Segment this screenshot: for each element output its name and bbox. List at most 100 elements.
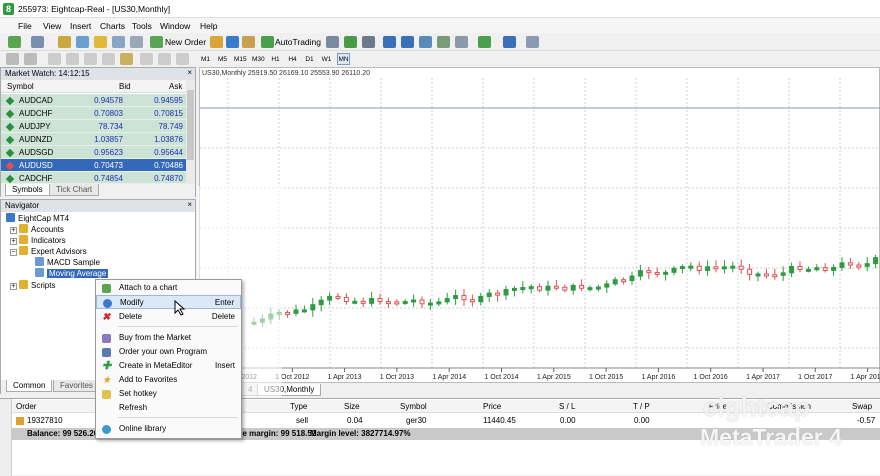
menu-item-modify[interactable]: Modify Enter [96,295,241,309]
autotrading-icon [261,36,274,48]
menu-item-order-program[interactable]: Order your own Program [96,345,241,359]
terminal-icon[interactable] [112,36,125,48]
menu-item-add-favorites[interactable]: ★ Add to Favorites [96,373,241,387]
bar-chart-icon[interactable] [326,36,339,48]
tab-symbols[interactable]: Symbols [5,184,50,196]
nav-expert-advisors[interactable]: − Expert Advisors [10,246,87,257]
indicators-icon[interactable] [478,36,491,48]
periods-icon[interactable] [503,36,516,48]
table-row[interactable]: CADCHF 0.74854 0.74870 [1,172,187,184]
zoom-in-icon[interactable] [383,36,396,48]
table-row-selected[interactable]: AUDUSD 0.70473 0.70486 [1,159,187,172]
timeframe-m30[interactable]: M30 [251,53,265,65]
table-row[interactable]: AUDSGD 0.95623 0.95644 [1,146,187,159]
nav-root[interactable]: EightCap MT4 [6,213,69,224]
menu-insert[interactable]: Insert [70,21,91,31]
col-symbol[interactable]: Symbol [400,402,427,411]
crosshair-icon[interactable] [24,53,37,65]
arrows-icon[interactable] [176,53,189,65]
new-order-button[interactable]: New Order [165,36,206,49]
menu-item-set-hotkey[interactable]: Set hotkey [96,387,241,401]
horizontal-line-icon[interactable] [66,53,79,65]
scrollbar-thumb[interactable] [187,90,194,160]
table-row[interactable]: AUDCHF 0.70803 0.70815 [1,107,187,120]
cursor-icon[interactable] [6,53,19,65]
price-chart[interactable]: 1 Apr 20121 Oct 20121 Apr 20131 Oct 2013… [199,67,880,383]
nav-macd-sample[interactable]: MACD Sample [35,257,100,268]
menu-view[interactable]: View [43,21,61,31]
menu-charts[interactable]: Charts [100,21,125,31]
expand-icon[interactable]: + [10,283,17,290]
table-row[interactable]: AUDJPY 78.734 78.749 [1,120,187,133]
metaeditor-icon[interactable] [242,36,255,48]
channel-icon[interactable] [102,53,115,65]
table-row[interactable]: AUDCAD 0.94578 0.94595 [1,94,187,107]
menu-item-create-metaeditor[interactable]: ✚ Create in MetaEditor Insert [96,359,241,373]
nav-indicators[interactable]: + Indicators [10,235,66,246]
col-tp[interactable]: T / P [633,402,650,411]
col-order[interactable]: Order [16,402,36,411]
menu-window[interactable]: Window [160,21,190,31]
tab-favorites[interactable]: Favorites [53,380,100,392]
timeframe-w1[interactable]: W1 [320,53,333,65]
templates-icon[interactable] [526,36,539,48]
col-size[interactable]: Size [344,402,360,411]
trendline-icon[interactable] [84,53,97,65]
label-icon[interactable] [158,53,171,65]
col-price[interactable]: Price [483,402,501,411]
col-type[interactable]: Type [290,402,307,411]
market-icon[interactable] [226,36,239,48]
market-watch-icon[interactable] [58,36,71,48]
data-window-icon[interactable] [76,36,89,48]
fibonacci-icon[interactable] [120,53,133,65]
menu-item-refresh[interactable]: Refresh [96,401,241,415]
menu-tools[interactable]: Tools [132,21,152,31]
scrollbar[interactable] [186,80,195,184]
candlestick-icon[interactable] [344,36,357,48]
timeframe-m1[interactable]: M1 [199,53,212,65]
timeframe-m5[interactable]: M5 [216,53,229,65]
text-icon[interactable] [140,53,153,65]
close-icon[interactable]: × [187,68,192,77]
expand-icon[interactable]: + [10,227,17,234]
profiles-icon[interactable] [31,36,44,48]
strategy-tester-icon[interactable] [130,36,143,48]
timeframe-h4[interactable]: H4 [286,53,299,65]
tab-common[interactable]: Common [6,380,53,392]
nav-moving-average[interactable]: Moving Average [35,268,109,279]
tab-tick-chart[interactable]: Tick Chart [49,184,100,196]
autotrading-button[interactable]: AutoTrading [275,36,321,49]
navigator-icon[interactable] [94,36,107,48]
col-bid[interactable]: Bid [119,82,131,91]
menu-item-attach[interactable]: Attach to a chart [96,281,241,295]
col-symbol[interactable]: Symbol [7,82,34,91]
timeframe-mn[interactable]: MN [337,53,350,65]
zoom-out-icon[interactable] [401,36,414,48]
timeframe-m15[interactable]: M15 [233,53,247,65]
signals-icon[interactable] [210,36,223,48]
chart-canvas[interactable]: 1 Apr 20121 Oct 20121 Apr 20131 Oct 2013… [200,68,880,384]
menu-item-delete[interactable]: ✖ Delete Delete [96,310,241,324]
expand-icon[interactable]: + [10,238,17,245]
tile-windows-icon[interactable] [419,36,432,48]
chart-ohlc-label: US30,Monthly 25919.50 26169.10 25553.90 … [202,70,371,77]
col-sl[interactable]: S / L [559,402,575,411]
menu-item-buy-market[interactable]: Buy from the Market [96,331,241,345]
vertical-line-icon[interactable] [48,53,61,65]
nav-scripts[interactable]: + Scripts [10,280,55,291]
menu-help[interactable]: Help [200,21,217,31]
col-ask[interactable]: Ask [169,82,182,91]
collapse-icon[interactable]: − [10,249,17,256]
auto-scroll-icon[interactable] [437,36,450,48]
menu-file[interactable]: File [18,21,32,31]
table-row[interactable]: AUDNZD 1.03857 1.03876 [1,133,187,146]
nav-accounts[interactable]: + Accounts [10,224,64,235]
timeframe-h1[interactable]: H1 [269,53,282,65]
close-icon[interactable]: × [187,200,192,209]
line-chart-icon[interactable] [362,36,375,48]
timeframe-d1[interactable]: D1 [303,53,316,65]
menu-item-online-library[interactable]: Online library [96,422,241,436]
col-swap[interactable]: Swap [852,402,872,411]
chart-shift-icon[interactable] [455,36,468,48]
new-chart-icon[interactable] [8,36,21,48]
